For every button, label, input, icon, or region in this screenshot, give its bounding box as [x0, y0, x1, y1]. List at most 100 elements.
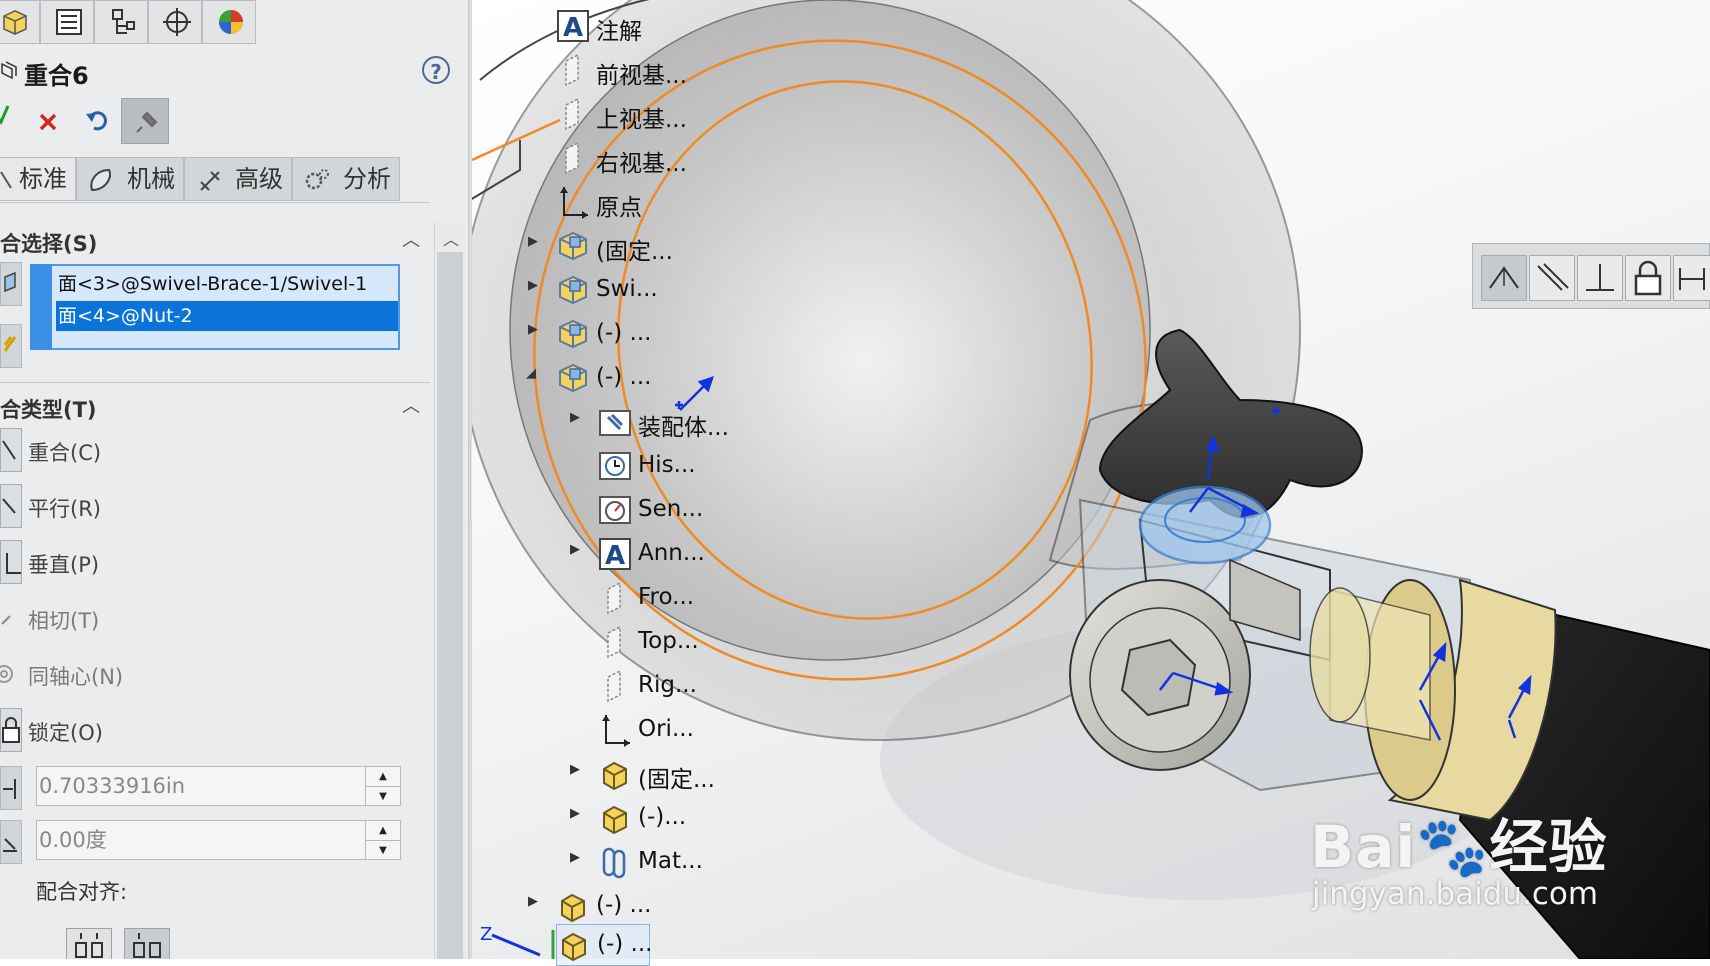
- feature-manager-tab[interactable]: [0, 0, 40, 44]
- baidu-watermark-logo: Bai🐾经验: [1310, 813, 1608, 881]
- distance-icon: [1679, 268, 1705, 290]
- tree-item-label: (-) ...: [596, 364, 652, 390]
- property-manager-tab[interactable]: [40, 0, 94, 44]
- parallel-icon: [0, 484, 22, 528]
- angle-stepper[interactable]: ▲ ▼: [365, 821, 400, 859]
- display-manager-tab[interactable]: [202, 0, 256, 44]
- part-icon: [561, 893, 585, 923]
- undo-icon[interactable]: [84, 108, 110, 134]
- expand-arrow-icon[interactable]: ▶: [528, 234, 538, 249]
- tab-advanced[interactable]: 高级: [184, 157, 292, 201]
- help-button[interactable]: ?: [422, 56, 450, 84]
- nut-cylinder[interactable]: [1309, 587, 1431, 741]
- tree-item-label: His...: [638, 452, 696, 478]
- tab-advanced-label: 高级: [235, 165, 283, 193]
- selection-item-face-4[interactable]: 面<4>@Nut-2: [56, 301, 398, 331]
- expand-arrow-icon[interactable]: ▶: [570, 762, 580, 777]
- tab-analysis[interactable]: 分析: [292, 157, 400, 201]
- standard-mates-icon: [0, 171, 12, 189]
- collapse-arrow-icon[interactable]: ◢: [526, 366, 536, 381]
- mate-concentric[interactable]: 同轴心(N): [0, 652, 380, 696]
- ok-check-icon[interactable]: [0, 104, 10, 126]
- cancel-x-icon[interactable]: [38, 112, 58, 132]
- mate-perpendicular-label: 垂直(P): [28, 553, 100, 577]
- angle-mate-button[interactable]: [0, 820, 22, 864]
- plane-icon: [607, 669, 621, 703]
- tree-item-label: 装配体...: [638, 415, 729, 441]
- configuration-manager-tab[interactable]: [94, 0, 148, 44]
- expand-arrow-icon[interactable]: ▶: [570, 806, 580, 821]
- collapse-chevron-icon[interactable]: ︿: [402, 226, 420, 252]
- pin-button[interactable]: [121, 98, 169, 144]
- expand-arrow-icon[interactable]: ▶: [570, 410, 580, 425]
- faces-select-icon: [4, 271, 16, 293]
- distance-stepper[interactable]: ▲ ▼: [365, 767, 400, 805]
- divider: [0, 202, 430, 203]
- mate-selections-header[interactable]: 合选择(S): [0, 228, 97, 258]
- plane-icon: [607, 625, 621, 659]
- spin-down-icon[interactable]: ▼: [366, 841, 400, 860]
- selection-item-face-3[interactable]: 面<3>@Swivel-Brace-1/Swivel-1: [56, 269, 398, 299]
- scrollbar-thumb[interactable]: [437, 252, 463, 959]
- annotation-icon: A: [557, 10, 589, 43]
- standard-mates-header[interactable]: 合类型(T): [0, 394, 97, 424]
- coincident-icon: [1489, 266, 1519, 289]
- configuration-tree-icon: [112, 9, 135, 34]
- lock-icon: [1634, 260, 1662, 296]
- nut-face-selected[interactable]: [1138, 485, 1272, 565]
- popup-perpendicular-button[interactable]: [1577, 255, 1623, 301]
- plane-icon: [565, 141, 579, 175]
- spin-up-icon[interactable]: ▲: [366, 821, 400, 841]
- mate-tangent[interactable]: 相切(T): [0, 596, 380, 640]
- advanced-mates-icon: [200, 171, 220, 191]
- distance-mate-button[interactable]: [0, 766, 22, 810]
- plane-icon: [607, 581, 621, 615]
- mate-perpendicular[interactable]: 垂直(P): [0, 540, 380, 584]
- angle-input[interactable]: 0.00度 ▲ ▼: [36, 820, 401, 860]
- mate-parallel[interactable]: 平行(R): [0, 484, 380, 528]
- mate-popup-toolbar: [1472, 243, 1710, 309]
- assembly-icon: [559, 275, 587, 305]
- tab-mechanical-label: 机械: [127, 165, 175, 193]
- selection-list-stripe: [30, 264, 52, 350]
- spin-up-icon[interactable]: ▲: [366, 767, 400, 787]
- tree-item-label: (固定...: [638, 767, 715, 793]
- distance-input[interactable]: 0.70333916in ▲ ▼: [36, 766, 401, 806]
- spin-down-icon[interactable]: ▼: [366, 787, 400, 806]
- tree-item-label: Ori...: [638, 716, 694, 742]
- dimxpert-manager-tab[interactable]: [148, 0, 202, 44]
- collapse-chevron-icon[interactable]: ︿: [402, 392, 420, 418]
- tree-item-part-22-selected[interactable]: (-) ...: [556, 924, 653, 966]
- expand-arrow-icon[interactable]: ▶: [570, 542, 580, 557]
- selection-filter-button[interactable]: [0, 262, 22, 306]
- tree-item-label: Sen...: [638, 496, 704, 522]
- annotation-icon: A: [599, 538, 631, 571]
- origin-icon: [560, 187, 588, 219]
- multi-mate-button[interactable]: [0, 324, 22, 368]
- panel-scrollbar[interactable]: ︿: [434, 222, 465, 959]
- aligned-button[interactable]: [66, 928, 112, 959]
- tree-item-label: Ann...: [638, 540, 705, 566]
- expand-arrow-icon[interactable]: ▶: [528, 278, 538, 293]
- mate-lock[interactable]: 锁定(O): [0, 708, 380, 752]
- angle-icon: [3, 838, 17, 852]
- part-icon: [603, 805, 627, 835]
- expand-arrow-icon[interactable]: ▶: [570, 850, 580, 865]
- origin-icon: [602, 715, 630, 747]
- svg-text:A: A: [605, 541, 625, 571]
- expand-arrow-icon[interactable]: ▶: [528, 322, 538, 337]
- mate-coincident[interactable]: 重合(C): [0, 428, 380, 472]
- popup-lock-button[interactable]: [1625, 255, 1671, 301]
- anti-aligned-button[interactable]: [124, 928, 170, 959]
- popup-coincident-button[interactable]: [1481, 255, 1527, 301]
- tab-mechanical[interactable]: 机械: [76, 157, 184, 201]
- list-icon: [56, 9, 82, 35]
- tab-standard[interactable]: 标准: [0, 157, 76, 201]
- scroll-up-icon[interactable]: ︿: [443, 226, 459, 250]
- expand-arrow-icon[interactable]: ▶: [528, 894, 538, 909]
- tree-item-label: 上视基...: [596, 107, 687, 133]
- popup-parallel-button[interactable]: [1529, 255, 1575, 301]
- aligned-icon: [75, 933, 103, 958]
- popup-distance-button[interactable]: [1673, 255, 1710, 301]
- page-title: 重合6: [24, 62, 89, 90]
